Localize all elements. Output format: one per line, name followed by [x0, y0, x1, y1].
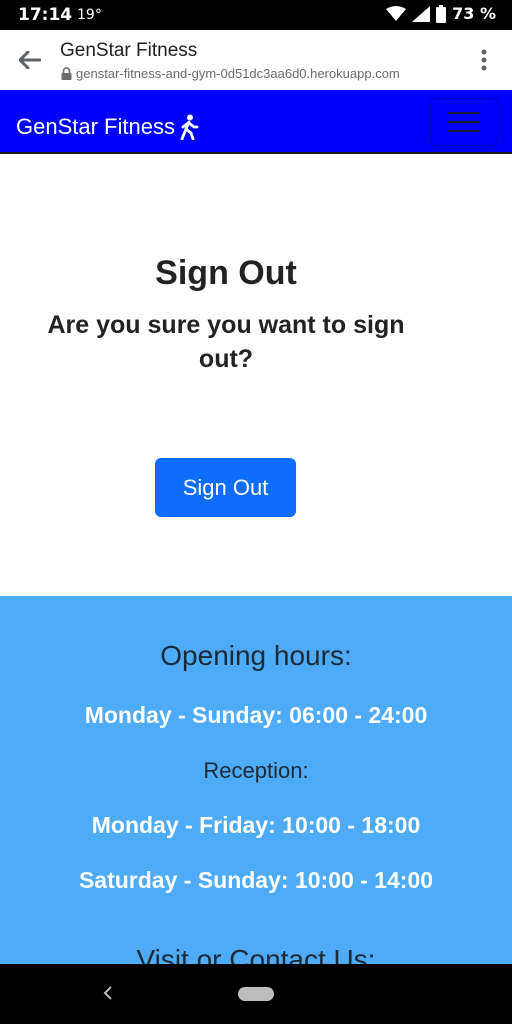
page-title: Sign Out — [155, 254, 297, 292]
signal-icon — [412, 5, 431, 22]
site-navbar: GenStar Fitness — [0, 90, 512, 154]
wifi-icon — [386, 5, 407, 21]
status-bar: 17:14 19° 73 % — [0, 0, 512, 30]
brand-link[interactable]: GenStar Fitness — [16, 114, 199, 140]
browser-toolbar: GenStar Fitness genstar-fitness-and-gym-… — [0, 30, 512, 90]
system-back-button[interactable] — [103, 984, 113, 1005]
brand-name: GenStar Fitness — [16, 114, 175, 139]
browser-back-button[interactable] — [14, 44, 46, 76]
home-pill-button[interactable] — [238, 987, 274, 1001]
signout-button[interactable]: Sign Out — [155, 458, 296, 517]
status-time: 17:14 — [18, 5, 73, 25]
battery-icon — [436, 4, 447, 23]
arrow-left-icon — [19, 51, 41, 69]
status-icons: 73 % — [386, 4, 496, 23]
signout-section: Sign Out Are you sure you want to sign o… — [0, 154, 512, 596]
battery-percentage: 73 % — [452, 4, 496, 23]
walking-person-icon — [180, 114, 199, 140]
hamburger-icon-bar — [448, 112, 480, 114]
contact-heading: Visit or Contact Us: — [136, 944, 376, 964]
opening-hours-text: Monday - Sunday: 06:00 - 24:00 — [84, 702, 428, 728]
hamburger-icon-bar — [448, 121, 480, 123]
reception-weekend-hours: Saturday - Sunday: 10:00 - 14:00 — [78, 867, 434, 893]
reception-heading: Reception: — [203, 758, 309, 783]
footer: Opening hours: Monday - Sunday: 06:00 - … — [0, 596, 512, 964]
browser-page-title: GenStar Fitness — [60, 40, 198, 61]
browser-url: genstar-fitness-and-gym-0d51dc3aa6d0.her… — [76, 66, 400, 81]
signout-question: Are you sure you want to sign out? — [47, 311, 405, 373]
reception-weekday-hours: Monday - Friday: 10:00 - 18:00 — [91, 812, 421, 838]
lock-icon — [61, 67, 72, 80]
chevron-left-icon — [103, 986, 112, 1000]
opening-hours-heading: Opening hours: — [160, 640, 352, 671]
status-temperature: 19° — [77, 7, 102, 23]
browser-menu-button[interactable] — [474, 45, 494, 75]
navbar-toggler-button[interactable] — [430, 98, 498, 146]
more-vertical-icon — [481, 49, 487, 71]
hamburger-icon-bar — [448, 130, 480, 132]
browser-url-row[interactable]: genstar-fitness-and-gym-0d51dc3aa6d0.her… — [61, 66, 400, 81]
system-nav-bar — [0, 964, 512, 1024]
